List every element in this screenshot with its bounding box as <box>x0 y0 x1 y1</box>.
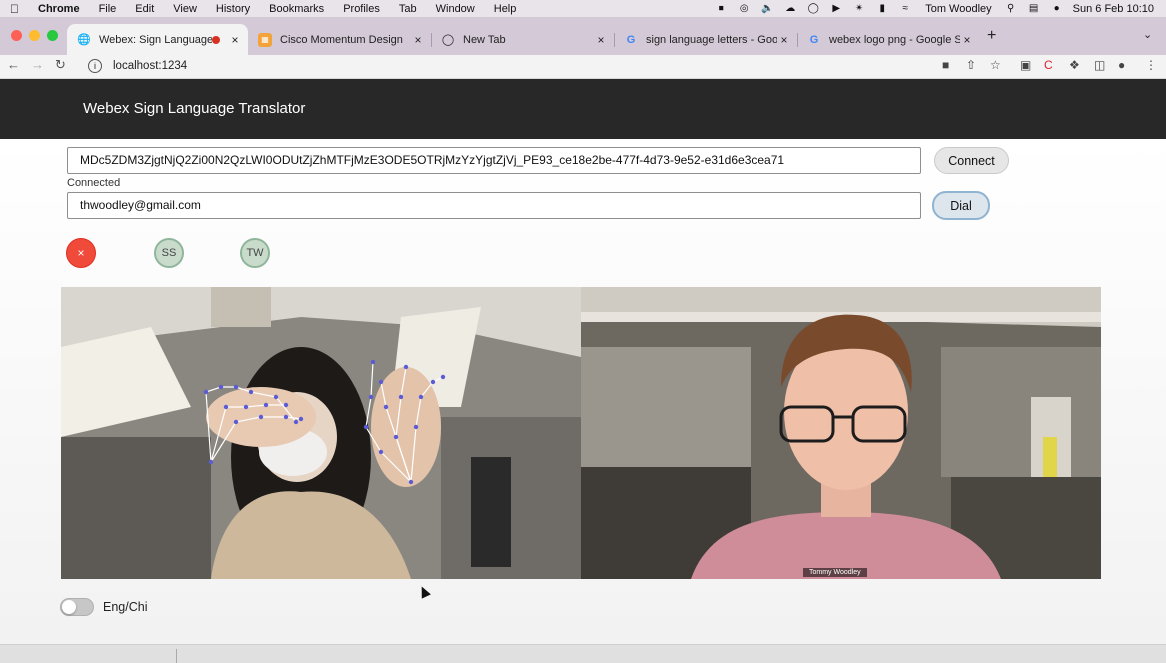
camera-in-use-icon[interactable]: ■ <box>942 58 949 72</box>
tab-label: New Tab <box>463 33 506 46</box>
reload-icon[interactable]: ↻ <box>55 57 66 73</box>
profile-avatar-icon[interactable]: ● <box>1118 58 1125 72</box>
figma-doc-icon: ▦ <box>258 32 272 47</box>
remote-video: Tommy Woodley <box>581 287 1101 579</box>
forward-arrow-icon[interactable]: → <box>31 57 44 72</box>
close-tab-icon[interactable]: × <box>228 33 242 47</box>
os-menu-bar:  Chrome File Edit View History Bookmark… <box>0 0 1166 17</box>
tab-label: Webex: Sign Language <box>99 33 212 46</box>
creative-cloud-icon[interactable]: ◎ <box>737 3 751 15</box>
play-icon[interactable]: ▶ <box>829 3 843 15</box>
spotlight-search-icon[interactable]: ⚲ <box>1004 3 1018 15</box>
access-token-input[interactable]: MDc5ZDM3ZjgtNjQ2Zi00N2QzLWI0ODUtZjZhMTFj… <box>67 147 921 174</box>
dial-address-input[interactable]: thwoodley@gmail.com <box>67 192 921 219</box>
record-status-icon[interactable]: ⏹ <box>714 3 728 15</box>
control-center-icon[interactable]: ▤ <box>1027 3 1041 15</box>
browser-toolbar: ← → ↻ i localhost:1234 ■ ⇧ ☆ ▣ C ❖ ◫ ● ⋮ <box>0 55 1166 79</box>
menu-help[interactable]: Help <box>494 3 517 15</box>
local-video <box>61 287 581 579</box>
close-icon: × <box>77 246 85 260</box>
remote-video-frame <box>581 287 1101 579</box>
tab-sign-language-letters[interactable]: G sign language letters - Google × <box>614 24 797 55</box>
language-toggle-label: Eng/Chi <box>103 600 148 614</box>
share-icon[interactable]: ⇧ <box>966 58 976 72</box>
site-info-icon[interactable]: i <box>88 59 102 73</box>
menu-history[interactable]: History <box>216 3 250 15</box>
picture-in-picture-icon[interactable]: ▣ <box>1020 58 1031 72</box>
address-bar[interactable]: i localhost:1234 <box>78 56 918 76</box>
dial-button[interactable]: Dial <box>932 191 990 220</box>
remote-participant-name-tag: Tommy Woodley <box>803 568 867 577</box>
bluetooth-icon[interactable]: ✴ <box>852 3 866 15</box>
bookmark-star-icon[interactable]: ☆ <box>990 58 1001 72</box>
browser-tab-strip: 🌐 Webex: Sign Language × ▦ Cisco Momentu… <box>0 17 1166 55</box>
close-tab-icon[interactable]: × <box>960 33 974 47</box>
toggle-knob <box>62 600 76 614</box>
local-video-frame <box>61 287 581 579</box>
tab-new-tab[interactable]: ◯ New Tab × <box>431 24 614 55</box>
tab-search-chevron-icon[interactable]: ⌄ <box>1143 28 1152 41</box>
battery-icon[interactable]: ▮ <box>875 3 889 15</box>
menu-window[interactable]: Window <box>436 3 475 15</box>
close-tab-icon[interactable]: × <box>777 33 791 47</box>
google-icon: G <box>809 33 819 46</box>
tab-label: sign language letters - Google <box>646 33 777 46</box>
extensions-puzzle-icon[interactable]: ❖ <box>1069 58 1080 72</box>
siri-icon[interactable]: ● <box>1050 3 1064 15</box>
connect-button[interactable]: Connect <box>934 147 1009 174</box>
app-content: MDc5ZDM3ZjgtNjQ2Zi00N2QzLWI0ODUtZjZhMTFj… <box>0 139 1166 644</box>
participant-avatar[interactable]: SS <box>154 238 184 268</box>
minimize-window-button[interactable] <box>29 30 40 41</box>
recording-indicator-icon <box>212 35 220 44</box>
app-header: Webex Sign Language Translator <box>0 79 1166 139</box>
close-window-button[interactable] <box>11 30 22 41</box>
hang-up-button[interactable]: × <box>66 238 96 268</box>
close-tab-icon[interactable]: × <box>411 33 425 47</box>
tab-label: Cisco Momentum Design <box>280 33 403 46</box>
shelf-divider <box>176 649 177 663</box>
tab-cisco-momentum[interactable]: ▦ Cisco Momentum Design × <box>248 24 431 55</box>
menu-app-name[interactable]: Chrome <box>38 3 80 15</box>
menu-user-name[interactable]: Tom Woodley <box>925 3 991 15</box>
cloud-icon[interactable]: ☁ <box>783 3 797 15</box>
menu-profiles[interactable]: Profiles <box>343 3 380 15</box>
chrome-icon: ◯ <box>441 34 455 46</box>
menu-clock[interactable]: Sun 6 Feb 10:10 <box>1073 3 1154 15</box>
back-arrow-icon[interactable]: ← <box>7 57 20 72</box>
kebab-menu-icon[interactable]: ⋮ <box>1145 58 1157 72</box>
glasses-icon[interactable]: ◯ <box>806 3 820 15</box>
close-tab-icon[interactable]: × <box>594 33 608 47</box>
tab-webex-logo[interactable]: G webex logo png - Google Sear × <box>797 24 980 55</box>
globe-icon: 🌐 <box>77 34 91 46</box>
participant-avatar[interactable]: TW <box>240 238 270 268</box>
google-icon: G <box>626 33 636 46</box>
new-tab-button[interactable]: + <box>987 27 996 45</box>
connection-status: Connected <box>67 177 121 189</box>
side-panel-icon[interactable]: ◫ <box>1094 58 1105 72</box>
wifi-icon[interactable]: ≈ <box>898 3 912 15</box>
zoom-window-button[interactable] <box>47 30 58 41</box>
tab-webex-sign-language[interactable]: 🌐 Webex: Sign Language × <box>67 24 248 55</box>
url-text: localhost:1234 <box>113 60 188 72</box>
language-toggle[interactable] <box>60 598 94 616</box>
menu-edit[interactable]: Edit <box>135 3 154 15</box>
volume-icon[interactable]: 🔈 <box>760 3 774 15</box>
menu-file[interactable]: File <box>99 3 117 15</box>
extension-c-icon[interactable]: C <box>1044 58 1053 72</box>
apple-icon[interactable]:  <box>10 2 24 16</box>
download-shelf <box>0 644 1166 663</box>
tab-label: webex logo png - Google Sear <box>829 33 960 46</box>
menu-view[interactable]: View <box>173 3 197 15</box>
app-title: Webex Sign Language Translator <box>83 100 306 117</box>
menu-bookmarks[interactable]: Bookmarks <box>269 3 324 15</box>
menu-tab[interactable]: Tab <box>399 3 417 15</box>
